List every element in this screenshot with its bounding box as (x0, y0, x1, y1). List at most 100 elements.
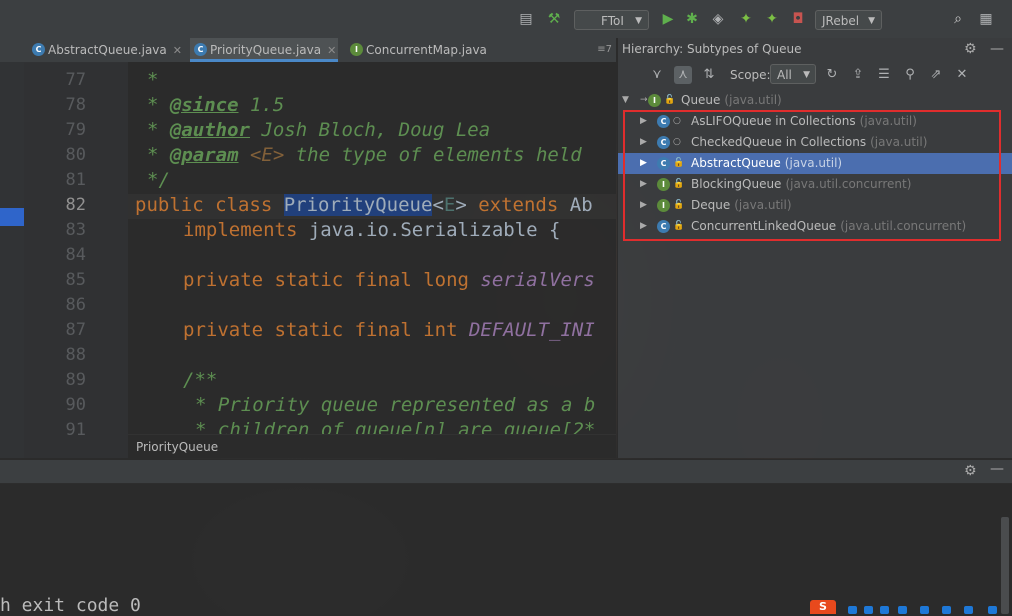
tab-overflow-button[interactable]: ≡7 (597, 38, 612, 62)
minimize-icon[interactable]: — (990, 38, 1004, 60)
project-structure-icon[interactable]: ▦ (978, 11, 994, 27)
minimize-icon[interactable]: — (990, 461, 1004, 477)
line-number: 90 (65, 395, 86, 415)
lock-icon: 🔓 (664, 95, 676, 105)
project-selection-marker (0, 208, 24, 226)
scope-value: All (777, 68, 792, 82)
chevron-right-icon[interactable]: ▶ (640, 195, 647, 216)
close-icon[interactable]: ✕ (327, 44, 336, 57)
tab-abstractqueue[interactable]: C AbstractQueue.java ✕ (28, 38, 184, 62)
code-line-81: */ (147, 169, 170, 191)
run-config-select[interactable]: FToI ▼ (574, 10, 649, 30)
class-icon: C (32, 43, 45, 56)
scope-select[interactable]: All ▼ (770, 64, 816, 84)
supertypes-icon[interactable]: ⋎ (648, 66, 666, 84)
tray-icon[interactable] (964, 606, 973, 614)
code-line-85: private static final long serialVers (183, 269, 595, 291)
code-line-90: * Priority queue represented as a b (195, 394, 596, 416)
jrebel-select[interactable]: JRebel ▼ (815, 10, 882, 30)
tab-concurrentmap[interactable]: I ConcurrentMap.java (346, 38, 496, 62)
jrebel-debug-icon[interactable]: ✦ (764, 11, 780, 27)
tray-icon[interactable] (848, 606, 857, 614)
run-panel-header: ⚙ — (0, 459, 1012, 484)
line-number: 80 (65, 145, 86, 165)
class-icon: C (657, 136, 670, 149)
interface-icon: I (648, 94, 661, 107)
gear-icon[interactable]: ⚙ (964, 38, 977, 60)
line-number: 79 (65, 120, 86, 140)
main-toolbar: ▤ ⚒ FToI ▼ ▶ ✱ ◈ ✦ ✦ ◘ JRebel ▼ ⌕ ▦ (0, 0, 1012, 39)
tree-node[interactable]: ▶ I 🔓 Deque (java.util) (618, 195, 1012, 216)
export-icon[interactable]: ⇪ (849, 66, 867, 84)
tray-icon[interactable] (864, 606, 873, 614)
interface-icon: I (350, 43, 363, 56)
editor-tab-bar: C AbstractQueue.java ✕ C PriorityQueue.ja… (0, 38, 616, 63)
tray-icon[interactable] (880, 606, 889, 614)
class-icon: C (657, 220, 670, 233)
layout-icon[interactable]: ▤ (518, 11, 534, 27)
chevron-right-icon[interactable]: ▶ (640, 153, 647, 174)
build-hammer-icon[interactable]: ⚒ (546, 11, 562, 27)
tab-label: AbstractQueue.java (48, 43, 167, 57)
tree-node-selected[interactable]: ▶ C 🔓 AbstractQueue (java.util) (618, 153, 1012, 174)
tree-node-label: Queue (java.util) (681, 93, 782, 107)
hierarchy-toolbar: ⋎ ⋏ ⇅ Scope: All ▼ ↻ ⇪ ☰ ⚲ ⇗ ✕ (618, 62, 1012, 88)
sort-alpha-icon[interactable]: ⇅ (700, 66, 718, 84)
chevron-down-icon: ▼ (635, 16, 642, 26)
ime-sogou-icon[interactable]: S (810, 600, 836, 614)
class-icon: C (194, 43, 207, 56)
tree-node[interactable]: ▶ C ○ CheckedQueue in Collections (java.u… (618, 132, 1012, 153)
hierarchy-panel: Hierarchy: Subtypes of Queue ⚙ — ⋎ ⋏ ⇅ S… (617, 38, 1012, 458)
line-number: 85 (65, 270, 86, 290)
tree-root-queue[interactable]: ▼ → I 🔓 Queue (java.util) (618, 90, 1012, 111)
run-icon[interactable]: ▶ (660, 11, 676, 27)
debug-bug-icon[interactable]: ✱ (684, 11, 700, 27)
breadcrumb-item[interactable]: PriorityQueue (136, 440, 218, 454)
line-number: 89 (65, 370, 86, 390)
refresh-icon[interactable]: ↻ (823, 66, 841, 84)
tree-node-label: AbstractQueue (java.util) (691, 156, 843, 170)
line-number-gutter: 77 78 79 80 81 82 83 84 85 86 87 88 89 9… (24, 62, 128, 458)
jrebel-run-icon[interactable]: ✦ (738, 11, 754, 27)
tray-icon[interactable] (942, 606, 951, 614)
breadcrumb: PriorityQueue (128, 434, 616, 458)
line-number: 86 (65, 295, 86, 315)
tab-priorityqueue[interactable]: C PriorityQueue.java ✕ (190, 38, 338, 62)
close-icon[interactable]: ✕ (173, 44, 182, 57)
stop-icon[interactable]: ◘ (790, 11, 806, 27)
lock-icon: 🔓 (673, 158, 685, 168)
chevron-right-icon[interactable]: ▶ (640, 216, 647, 237)
lock-icon: 🔓 (673, 221, 685, 231)
line-number: 84 (65, 245, 86, 265)
line-number: 77 (65, 70, 86, 90)
class-icon: C (657, 115, 670, 128)
chevron-down-icon[interactable]: ▼ (622, 90, 629, 111)
hierarchy-title: Hierarchy: Subtypes of Queue (622, 42, 802, 56)
run-console[interactable]: h exit code 0 (0, 483, 1012, 616)
tree-node-label: ConcurrentLinkedQueue (java.util.concurre… (691, 219, 967, 233)
chevron-right-icon[interactable]: ▶ (640, 111, 647, 132)
open-in-editor-icon[interactable]: ⇗ (927, 66, 945, 84)
package-private-icon: ○ (673, 116, 681, 126)
search-icon[interactable]: ⌕ (950, 11, 966, 27)
tree-node[interactable]: ▶ I 🔓 BlockingQueue (java.util.concurrent… (618, 174, 1012, 195)
chevron-right-icon[interactable]: ▶ (640, 174, 647, 195)
tray-icon[interactable] (898, 606, 907, 614)
jrebel-label: JRebel (822, 14, 860, 28)
code-line-79: * @author Josh Bloch, Doug Lea (147, 119, 491, 141)
close-icon[interactable]: ✕ (953, 66, 971, 84)
chevron-down-icon: ▼ (868, 16, 875, 26)
subtypes-icon[interactable]: ⋏ (674, 66, 692, 84)
collapse-all-icon[interactable]: ☰ (875, 66, 893, 84)
tray-icon[interactable] (988, 606, 997, 614)
tree-node[interactable]: ▶ C 🔓 ConcurrentLinkedQueue (java.util.co… (618, 216, 1012, 237)
tree-node[interactable]: ▶ C ○ AsLIFOQueue in Collections (java.ut… (618, 111, 1012, 132)
gear-icon[interactable]: ⚙ (964, 463, 977, 479)
pin-icon[interactable]: ⚲ (901, 66, 919, 84)
code-text-area[interactable]: * * @since 1.5 * @author Josh Bloch, Dou… (128, 62, 616, 458)
chevron-right-icon[interactable]: ▶ (640, 132, 647, 153)
tray-icon[interactable] (920, 606, 929, 614)
code-editor[interactable]: 77 78 79 80 81 82 83 84 85 86 87 88 89 9… (0, 62, 616, 458)
coverage-shield-icon[interactable]: ◈ (710, 11, 726, 27)
line-number: 88 (65, 345, 86, 365)
